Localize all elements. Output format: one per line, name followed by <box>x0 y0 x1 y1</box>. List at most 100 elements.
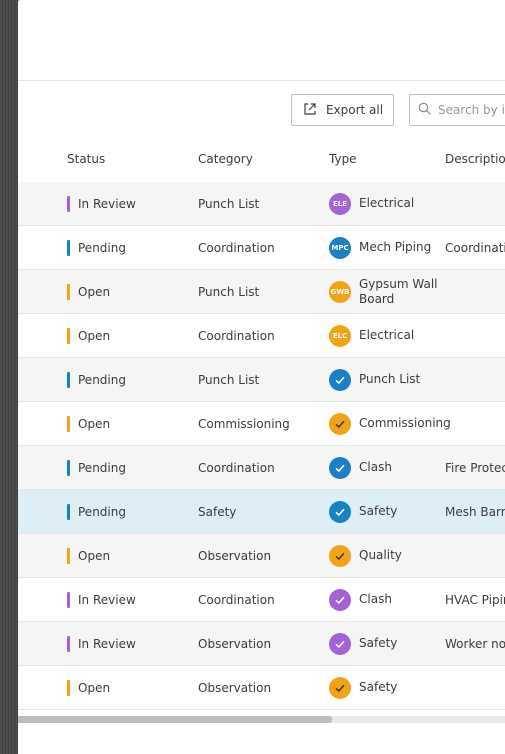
type-cell: ELE Electrical <box>329 182 439 225</box>
category-cell: Coordination <box>198 592 275 607</box>
column-header-status[interactable]: Status <box>67 136 105 182</box>
type-cell: GWB Gypsum Wall Board <box>329 270 439 313</box>
column-header-category[interactable]: Category <box>198 136 253 182</box>
table-row[interactable]: Pending Coordination MPC Mech Piping Coordin… <box>18 226 505 270</box>
status-cell: Open <box>67 666 110 709</box>
status-cell: Pending <box>67 446 126 489</box>
type-badge: MPC <box>329 236 351 259</box>
status-indicator <box>67 195 70 212</box>
type-text: Electrical <box>359 196 415 210</box>
table-row[interactable]: Pending Coordination Clash Fire Protection <box>18 446 505 490</box>
table-row[interactable]: Open Commissioning Commissioning <box>18 402 505 446</box>
status-indicator <box>67 459 70 476</box>
type-cell: Quality <box>329 534 439 577</box>
export-all-button[interactable]: Export all <box>291 94 394 126</box>
category-cell: Safety <box>198 504 237 519</box>
table-row[interactable]: Open Observation Quality <box>18 534 505 578</box>
check-icon <box>329 412 351 435</box>
type-badge-text: GWB <box>330 287 350 296</box>
check-icon <box>329 632 351 655</box>
status-indicator <box>67 415 70 432</box>
status-text: Open <box>78 680 111 695</box>
table-row[interactable]: In Review Coordination Clash HVAC Piping <box>18 578 505 622</box>
type-text: Quality <box>359 548 402 562</box>
export-icon <box>302 101 318 120</box>
status-indicator <box>67 371 70 388</box>
type-text: Gypsum Wall Board <box>359 276 438 306</box>
category-cell: Punch List <box>198 372 260 387</box>
status-cell: In Review <box>67 182 136 225</box>
type-cell: Clash <box>329 578 439 621</box>
type-badge-text: ELE <box>332 199 348 208</box>
column-header-type[interactable]: Type <box>329 136 357 182</box>
description-cell: HVAC Piping <box>445 592 505 607</box>
status-text: In Review <box>78 196 136 211</box>
status-indicator <box>67 283 70 300</box>
table-row[interactable]: Open Observation Safety <box>18 666 505 710</box>
status-cell: Pending <box>67 490 126 533</box>
check-icon <box>329 588 351 611</box>
scrollbar-thumb[interactable] <box>18 716 332 723</box>
category-cell: Observation <box>198 680 272 695</box>
status-text: Open <box>78 416 111 431</box>
type-cell: Clash <box>329 446 439 489</box>
category-cell: Punch List <box>198 196 260 211</box>
description-cell: Fire Protection <box>445 460 505 475</box>
status-indicator <box>67 327 70 344</box>
check-icon <box>329 676 351 699</box>
status-indicator <box>67 679 70 696</box>
description-cell: Mesh Barrier <box>445 504 505 519</box>
status-indicator <box>67 503 70 520</box>
status-text: Pending <box>78 460 126 475</box>
type-text: Safety <box>359 504 398 518</box>
export-all-label: Export all <box>325 103 384 117</box>
status-text: In Review <box>78 636 136 651</box>
type-cell: MPC Mech Piping <box>329 226 439 269</box>
table-header: Status Category Type Description <box>18 136 505 183</box>
status-cell: Open <box>67 402 110 445</box>
horizontal-scrollbar[interactable] <box>18 716 505 723</box>
type-cell: Punch List <box>329 358 439 401</box>
type-text: Mech Piping <box>359 240 432 254</box>
status-indicator <box>67 239 70 256</box>
description-cell: Coordination <box>445 240 505 255</box>
column-header-description[interactable]: Description <box>445 136 505 182</box>
type-cell: Safety <box>329 490 439 533</box>
status-text: Pending <box>78 240 126 255</box>
category-cell: Commissioning <box>198 416 290 431</box>
status-cell: Open <box>67 534 110 577</box>
status-text: In Review <box>78 592 136 607</box>
status-indicator <box>67 591 70 608</box>
status-text: Open <box>78 284 111 299</box>
check-icon <box>329 500 351 523</box>
type-badge-text: ELC <box>332 331 348 340</box>
table-row[interactable]: In Review Observation Safety Worker no <box>18 622 505 666</box>
category-cell: Coordination <box>198 328 275 343</box>
table-row[interactable]: Pending Punch List Punch List <box>18 358 505 402</box>
type-cell: Safety <box>329 622 439 665</box>
status-text: Pending <box>78 372 126 387</box>
table-row[interactable]: Open Coordination ELC Electrical <box>18 314 505 358</box>
table-row[interactable]: In Review Punch List ELE Electrical <box>18 182 505 226</box>
status-cell: In Review <box>67 578 136 621</box>
type-badge: ELE <box>329 192 351 215</box>
search-field[interactable] <box>409 94 505 126</box>
category-cell: Observation <box>198 636 272 651</box>
category-cell: Coordination <box>198 240 275 255</box>
status-text: Open <box>78 548 111 563</box>
category-cell: Punch List <box>198 284 260 299</box>
type-cell: Commissioning <box>329 402 451 445</box>
table-row[interactable]: Pending Safety Safety Mesh Barrier <box>18 490 505 534</box>
category-cell: Coordination <box>198 460 275 475</box>
search-input[interactable] <box>438 103 505 117</box>
panel-header <box>18 0 505 81</box>
type-cell: ELC Electrical <box>329 314 439 357</box>
type-badge: ELC <box>329 324 351 347</box>
description-cell: Worker no <box>445 636 505 651</box>
status-text: Open <box>78 328 111 343</box>
issues-panel: Export all Status Category Type Descript… <box>18 0 505 754</box>
type-text: Safety <box>359 680 398 694</box>
desktop-background <box>0 0 18 754</box>
type-badge: GWB <box>329 280 351 303</box>
table-row[interactable]: Open Punch List GWB Gypsum Wall Board <box>18 270 505 314</box>
